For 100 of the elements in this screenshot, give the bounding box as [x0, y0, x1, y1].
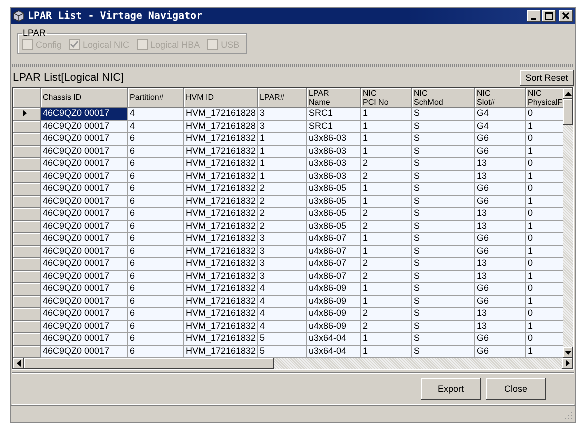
table-cell: 1	[361, 133, 412, 146]
dialog-button[interactable]: Export	[421, 378, 481, 400]
minimize-button[interactable]	[527, 10, 541, 22]
table-cell: HVM_172161832	[184, 283, 258, 296]
table-cell: u3x86-05	[307, 220, 361, 233]
table-cell: HVM_172161832	[184, 333, 258, 346]
table-cell: 46C9QZ0 00017	[41, 108, 128, 120]
table-cell: S	[412, 120, 475, 133]
table-cell: 2	[361, 220, 412, 233]
table-cell: 6	[128, 196, 184, 208]
table-cell: HVM_172161832	[184, 208, 258, 220]
table-cell: u3x86-03	[307, 146, 361, 158]
vertical-scrollbar[interactable]	[563, 88, 573, 358]
table-cell: 46C9QZ0 00017	[41, 320, 128, 333]
table-cell: u4x86-07	[307, 258, 361, 270]
table-cell: G6	[475, 196, 526, 208]
dialog-button[interactable]: Close	[486, 378, 546, 400]
table-cell: S	[412, 196, 475, 208]
scroll-thumb[interactable]	[563, 99, 573, 125]
sort-reset-button[interactable]: Sort Reset	[520, 70, 574, 86]
table-cell: 1	[526, 170, 564, 183]
table-cell: HVM_172161832	[184, 296, 258, 308]
table-cell: 4	[258, 308, 307, 320]
corner-header[interactable]	[13, 88, 41, 108]
table-cell: HVM_172161828	[184, 120, 258, 133]
table-cell: 1	[526, 120, 564, 133]
table-cell: S	[412, 133, 475, 146]
table-cell: HVM_172161828	[184, 108, 258, 120]
table-cell: 1	[361, 183, 412, 196]
table-cell: 6	[128, 170, 184, 183]
close-button[interactable]	[559, 10, 573, 22]
table-cell: u3x86-03	[307, 170, 361, 183]
column-header[interactable]: Partition#	[128, 88, 184, 108]
table-cell: 5	[258, 333, 307, 346]
table-cell: 1	[361, 146, 412, 158]
table-cell: 1	[361, 346, 412, 358]
table-cell: 2	[361, 208, 412, 220]
table-cell: HVM_172161832	[184, 346, 258, 358]
table-cell: 13	[475, 308, 526, 320]
table-cell: u3x86-03	[307, 158, 361, 170]
table-cell: S	[412, 333, 475, 346]
table-cell: HVM_172161832	[184, 308, 258, 320]
right-arrow-icon	[566, 360, 570, 367]
table-cell: 1	[526, 346, 564, 358]
resize-grip-icon	[565, 412, 573, 420]
column-header[interactable]: NIC PCI No	[361, 88, 412, 108]
table-cell: 6	[128, 158, 184, 170]
table-cell: G6	[475, 246, 526, 258]
table-cell: G6	[475, 233, 526, 246]
table-cell: S	[412, 183, 475, 196]
table-cell: 6	[128, 220, 184, 233]
table-cell: 3	[258, 120, 307, 133]
column-header[interactable]: NIC Slot#	[475, 88, 526, 108]
cube-icon	[13, 10, 25, 22]
table-cell: 3	[258, 258, 307, 270]
table-cell: u4x86-09	[307, 283, 361, 296]
table-cell: 3	[258, 270, 307, 283]
table-cell: 46C9QZ0 00017	[41, 308, 128, 320]
table-cell: HVM_172161832	[184, 133, 258, 146]
table-cell: 6	[128, 346, 184, 358]
column-header[interactable]: LPAR#	[258, 88, 307, 108]
table-cell: 46C9QZ0 00017	[41, 146, 128, 158]
table-cell: 1	[258, 158, 307, 170]
column-header[interactable]: Chassis ID	[41, 88, 128, 108]
scroll-thumb[interactable]	[24, 358, 274, 369]
table-cell: 46C9QZ0 00017	[41, 170, 128, 183]
table-cell: 46C9QZ0 00017	[41, 183, 128, 196]
table-cell: G6	[475, 283, 526, 296]
group-title: LPAR	[22, 28, 47, 38]
table-cell: HVM_172161832	[184, 158, 258, 170]
column-header[interactable]: NIC SchMod	[412, 88, 475, 108]
maximize-button[interactable]	[542, 10, 556, 22]
column-header[interactable]: NIC PhysicalF	[526, 88, 564, 108]
table-cell: 1	[258, 146, 307, 158]
table-cell: 6	[128, 270, 184, 283]
table-cell: 0	[526, 183, 564, 196]
table-cell: 2	[361, 170, 412, 183]
up-arrow-icon	[564, 92, 572, 96]
table-cell: 0	[526, 283, 564, 296]
column-header[interactable]: LPAR Name	[307, 88, 361, 108]
table-cell: S	[412, 158, 475, 170]
table-cell: 2	[258, 196, 307, 208]
table-cell: 1	[361, 196, 412, 208]
table-cell: 1	[526, 296, 564, 308]
table-cell: S	[412, 246, 475, 258]
table-cell: G4	[475, 120, 526, 133]
table-cell: 2	[258, 183, 307, 196]
maximize-icon	[545, 12, 553, 20]
table-cell: S	[412, 296, 475, 308]
table-cell: u3x86-05	[307, 196, 361, 208]
table-cell: 13	[475, 270, 526, 283]
table-cell: S	[412, 320, 475, 333]
table-cell: 6	[128, 233, 184, 246]
horizontal-scrollbar[interactable]	[13, 358, 573, 369]
table-cell: G6	[475, 333, 526, 346]
column-header[interactable]: HVM ID	[184, 88, 258, 108]
table-cell: 46C9QZ0 00017	[41, 283, 128, 296]
table-cell: u3x86-05	[307, 208, 361, 220]
table-cell: 1	[361, 120, 412, 133]
row-header[interactable]	[13, 108, 41, 120]
